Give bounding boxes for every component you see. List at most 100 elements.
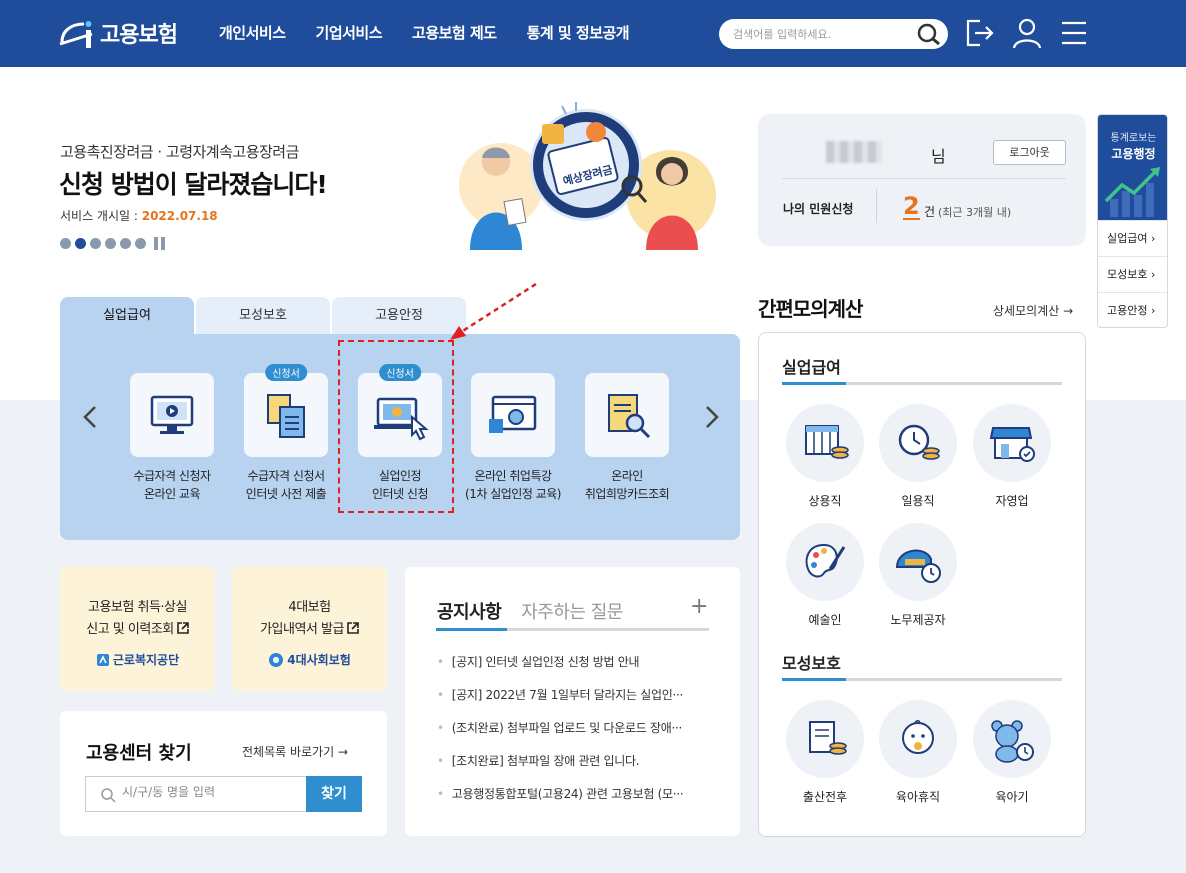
document-coins-icon — [809, 721, 847, 755]
banner-title[interactable]: 신청 방법이 달라졌습니다! — [59, 165, 328, 201]
notice-item[interactable]: [조치완료] 첨부파일 장애 관련 입니다. — [437, 751, 713, 784]
notice-item[interactable]: (조치완료) 첨부파일 업로드 및 다운로드 장애··· — [437, 718, 713, 751]
side-quick-menu: 통계로보는 고용행정 실업급여 › 모성보호 › 고용안정 › — [1097, 114, 1168, 328]
tab-maternity[interactable]: 모성보호 — [196, 297, 330, 334]
monitor-play-icon — [150, 395, 194, 434]
banner-dot[interactable] — [120, 238, 131, 249]
side-stats-banner[interactable]: 통계로보는 고용행정 — [1098, 115, 1167, 220]
annotation-highlight-box — [338, 340, 454, 513]
center-search-input[interactable] — [122, 785, 297, 799]
hamburger-menu-icon[interactable] — [1058, 17, 1090, 49]
arrow-right-icon: → — [1063, 304, 1074, 318]
calc-artist[interactable]: 예술인 — [785, 523, 865, 628]
documents-icon — [267, 394, 305, 438]
service-online-lecture[interactable]: 온라인 취업특강 (1차 실업인정 교육) — [456, 373, 570, 503]
calc-childcare-period[interactable]: 육아기 — [972, 700, 1052, 805]
tab-unemployment[interactable]: 실업급여 — [60, 297, 194, 334]
tab-faq[interactable]: 자주하는 질문 — [521, 598, 623, 624]
notice-list: [공지] 인터넷 실업인정 신청 방법 안내 [공지] 2022년 7월 1일부… — [437, 652, 713, 817]
store-icon — [989, 427, 1035, 462]
nav-statistics[interactable]: 통계 및 정보공개 — [527, 22, 630, 43]
center-search-button[interactable]: 찾기 — [306, 776, 362, 812]
center-list-link[interactable]: 전체목록 바로가기 → — [242, 743, 348, 760]
service-pre-submit[interactable]: 신청서 수급자격 신청서 인터넷 사전 제출 — [229, 364, 343, 503]
calc-item-label: 자영업 — [995, 494, 1029, 508]
search-icon[interactable] — [916, 22, 942, 46]
notice-item[interactable]: 고용행정통합포털(고용24) 관련 고용보험 (모··· — [437, 784, 713, 817]
user-info-box — [758, 114, 1086, 246]
quick-link-insurance-history[interactable]: 고용보험 취득·상실 신고 및 이력조회 근로복지공단 — [60, 567, 215, 691]
calc-icon-circle — [786, 523, 864, 601]
search-icon — [101, 788, 116, 803]
calc-icon-circle — [879, 404, 957, 482]
external-link-icon — [176, 622, 189, 634]
quick-link-label: 고용보험 취득·상실 신고 및 이력조회 — [86, 600, 189, 637]
banner-dot[interactable] — [135, 238, 146, 249]
notice-tabs: 공지사항 자주하는 질문 — [437, 598, 623, 624]
calc-daily-worker[interactable]: 일용직 — [878, 404, 958, 509]
more-plus-icon[interactable]: + — [690, 596, 708, 618]
center-finder-card — [60, 711, 387, 836]
side-item-employment-stability[interactable]: 고용안정 › — [1098, 292, 1167, 327]
service-label: 온라인 취업특강 (1차 실업인정 교육) — [465, 469, 561, 501]
browser-video-icon — [489, 395, 537, 433]
calc-title: 간편모의계산 — [758, 297, 863, 321]
calc-maternity-leave[interactable]: 출산전후 — [785, 700, 865, 805]
calc-item-label: 출산전후 — [802, 790, 848, 804]
service-icon-box: 신청서 — [244, 364, 328, 457]
calc-icon-circle — [786, 700, 864, 778]
prev-arrow-icon[interactable] — [80, 404, 100, 430]
chevron-right-icon: › — [1150, 268, 1156, 281]
clock-coins-icon — [898, 424, 940, 460]
calc-labor-provider[interactable]: 노무제공자 — [878, 523, 958, 628]
next-arrow-icon[interactable] — [702, 404, 722, 430]
banner-dot[interactable] — [60, 238, 71, 249]
application-badge: 신청서 — [265, 364, 307, 381]
logout-icon[interactable] — [964, 17, 996, 49]
org-kcomwel: 근로복지공단 — [60, 651, 215, 668]
quick-link-four-insurance[interactable]: 4대보험 가입내역서 발급 4대사회보험 — [232, 567, 387, 691]
service-employment-card[interactable]: 온라인 취업희망카드조회 — [570, 373, 684, 503]
header: 고용보험 개인서비스 기업서비스 고용보험 제도 통계 및 정보공개 — [0, 0, 1186, 67]
blurred-user-name — [826, 141, 882, 163]
banner-dot[interactable] — [90, 238, 101, 249]
service-label: 온라인 취업희망카드조회 — [584, 469, 670, 501]
calc-item-label: 육아기 — [995, 790, 1029, 804]
calc-self-employed[interactable]: 자영업 — [972, 404, 1052, 509]
banner-dot[interactable] — [105, 238, 116, 249]
main-nav: 개인서비스 기업서비스 고용보험 제도 통계 및 정보공개 — [219, 22, 659, 43]
logout-button[interactable]: 로그아웃 — [993, 140, 1066, 165]
external-link-icon — [347, 622, 359, 634]
service-online-education[interactable]: 수급자격 신청자 온라인 교육 — [115, 373, 229, 503]
my-application-label: 나의 민원신청 — [783, 202, 854, 216]
application-count[interactable]: 2 — [903, 194, 920, 220]
user-suffix: 님 — [931, 147, 946, 166]
kcomwel-logo-icon — [96, 653, 109, 666]
calc-regular-worker[interactable]: 상용직 — [785, 404, 865, 509]
search-box — [719, 19, 948, 49]
tab-notice[interactable]: 공지사항 — [437, 598, 502, 624]
banner-dot-active[interactable] — [75, 238, 86, 249]
nav-business[interactable]: 기업서비스 — [316, 22, 383, 43]
palette-icon — [805, 543, 846, 578]
banner-pagination — [60, 237, 165, 250]
growth-chart-icon — [1104, 167, 1160, 217]
nav-system[interactable]: 고용보험 제도 — [412, 22, 497, 43]
pause-icon[interactable] — [154, 237, 165, 250]
user-icon[interactable] — [1011, 17, 1043, 49]
detail-calc-link[interactable]: 상세모의계산 → — [993, 302, 1073, 319]
logo[interactable]: 고용보험 — [58, 14, 178, 52]
service-label: 수급자격 신청자 온라인 교육 — [133, 469, 211, 501]
divider — [782, 178, 1066, 179]
calc-section-title: 모성보호 — [782, 654, 841, 673]
search-input[interactable] — [733, 24, 913, 44]
divider — [876, 189, 877, 223]
side-item-maternity[interactable]: 모성보호 › — [1098, 256, 1167, 292]
notice-item[interactable]: [공지] 2022년 7월 1일부터 달라지는 실업인··· — [437, 685, 713, 718]
four-insurance-logo-icon — [269, 652, 284, 667]
calc-parental-leave[interactable]: 육아휴직 — [878, 700, 958, 805]
notice-item[interactable]: [공지] 인터넷 실업인정 신청 방법 안내 — [437, 652, 713, 685]
annotation-arrow-icon — [450, 282, 537, 340]
nav-personal[interactable]: 개인서비스 — [219, 22, 286, 43]
side-item-unemployment[interactable]: 실업급여 › — [1098, 220, 1167, 256]
